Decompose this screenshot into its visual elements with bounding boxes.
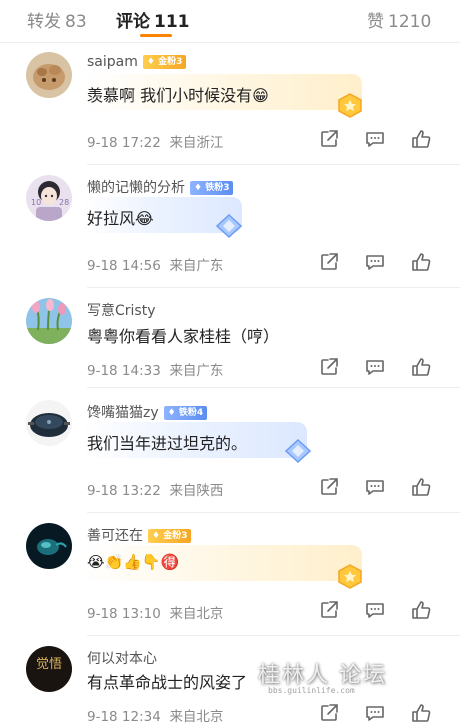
comment-time: 9-18 13:22 [87,483,161,499]
bubble-diamond-icon [215,213,243,239]
share-icon[interactable] [318,476,340,498]
comment-text: 我们当年进过坦克的。 [87,434,248,453]
username-text: 懒的记懒的分析 [87,180,185,196]
username-text: 何以对本心 [87,651,157,667]
tab-reposts-label: 转发 [27,12,61,32]
comment-time: 9-18 14:33 [87,363,161,379]
like-icon[interactable] [410,702,432,724]
comment-separator [87,512,460,513]
svg-text:10: 10 [31,198,41,207]
username-text: 写意Cristy [87,303,156,319]
bubble-medal-icon [338,564,362,589]
share-icon[interactable] [318,251,340,273]
avatar[interactable] [26,298,72,344]
comment-meta: 9-18 13:22 来自陕西 [87,479,223,499]
bubble-diamond-icon [284,438,312,464]
comment-location: 来自陕西 [169,483,224,499]
comment-item: saipam ♦ 金粉3 羡慕啊 我们小时候没有😁 9-18 17:22 来自浙江 [0,44,460,167]
share-icon[interactable] [318,128,340,150]
username-text: saipam [87,54,138,70]
comment-location: 来自浙江 [169,135,224,151]
avatar[interactable]: 10 28 [26,175,72,221]
comment-text: 粤粤你看看人家桂桂（哼） [87,327,280,346]
comment-text: 😭👏👍👇🉐 [87,553,180,571]
watermark-url: bbs.guilinlife.com [268,686,355,695]
share-icon[interactable] [318,356,340,378]
comment-meta: 9-18 17:22 来自浙江 [87,131,223,151]
comment-icon[interactable] [364,356,386,378]
tab-comments-label: 评论 [116,12,150,32]
comment-time: 9-18 14:56 [87,258,161,274]
comment-item: 10 28 懒的记懒的分析 ♦ 铁粉3 好拉风😂 9-18 14:56 来自广东 [0,167,460,290]
like-icon[interactable] [410,251,432,273]
tab-likes-count: 1210 [388,12,432,32]
comment-icon[interactable] [364,702,386,724]
avatar[interactable] [26,52,72,98]
comment-location: 来自广东 [169,363,224,379]
comment-item: 觉悟 何以对本心 有点革命战士的风姿了 9-18 12:34 来自北京 [0,638,460,725]
tab-comments[interactable]: 评论 111 [116,7,190,32]
avatar[interactable] [26,400,72,446]
username[interactable]: 懒的记懒的分析 ♦ 铁粉3 [87,177,234,197]
fan-badge: ♦ 金粉3 [148,529,192,543]
comment-text: 有点革命战士的风姿了 [87,673,248,692]
comment-separator [87,635,460,636]
svg-text:28: 28 [59,198,69,207]
username[interactable]: 善可还在 ♦ 金粉3 [87,525,192,545]
username[interactable]: saipam ♦ 金粉3 [87,54,187,70]
comment-separator [87,164,460,165]
username-text: 馋嘴猫猫zy [87,405,159,421]
username[interactable]: 何以对本心 [87,648,157,668]
tab-likes-label: 赞 [367,12,384,32]
fan-badge: ♦ 铁粉3 [190,181,234,195]
like-icon[interactable] [410,599,432,621]
comment-location: 来自北京 [169,606,224,622]
comment-meta: 9-18 14:33 来自广东 [87,359,223,379]
comment-text: 好拉风😂 [87,209,154,228]
avatar[interactable]: 觉悟 [26,646,72,692]
tabs-divider [0,42,460,43]
comment-time: 9-18 13:10 [87,606,161,622]
share-icon[interactable] [318,599,340,621]
like-icon[interactable] [410,356,432,378]
avatar[interactable] [26,523,72,569]
username[interactable]: 写意Cristy [87,300,156,320]
username-text: 善可还在 [87,528,143,544]
bubble-medal-icon [338,93,362,118]
tab-reposts[interactable]: 转发 83 [27,7,87,32]
comment-meta: 9-18 14:56 来自广东 [87,254,223,274]
comment-icon[interactable] [364,251,386,273]
comment-location: 来自广东 [169,258,224,274]
fan-badge: ♦ 铁粉4 [163,406,208,420]
comment-icon[interactable] [364,128,386,150]
avatar-calligraphy-text: 觉悟 [36,657,62,672]
comment-separator [87,287,460,288]
tab-reposts-count: 83 [65,12,87,32]
username[interactable]: 馋嘴猫猫zy ♦ 铁粉4 [87,402,208,422]
comment-tabs: 转发 83 评论 111 赞 1210 [0,0,460,42]
active-tab-indicator [140,34,172,37]
watermark: 桂林人 论坛 [258,663,387,688]
tab-comments-count: 111 [154,12,190,32]
comment-separator [87,387,460,388]
share-icon[interactable] [318,702,340,724]
comment-item: 馋嘴猫猫zy ♦ 铁粉4 我们当年进过坦克的。 9-18 13:22 来自陕西 [0,392,460,515]
comment-meta: 9-18 12:34 来自北京 [87,705,223,725]
like-icon[interactable] [410,476,432,498]
comment-text: 羡慕啊 我们小时候没有😁 [87,86,269,105]
comment-item: 善可还在 ♦ 金粉3 😭👏👍👇🉐 9-18 13:10 来自北京 [0,515,460,638]
comment-meta: 9-18 13:10 来自北京 [87,602,223,622]
comment-icon[interactable] [364,599,386,621]
fan-badge: ♦ 金粉3 [142,55,187,69]
comment-time: 9-18 17:22 [87,135,161,151]
comment-icon[interactable] [364,476,386,498]
tab-likes[interactable]: 赞 1210 [367,7,431,32]
like-icon[interactable] [410,128,432,150]
